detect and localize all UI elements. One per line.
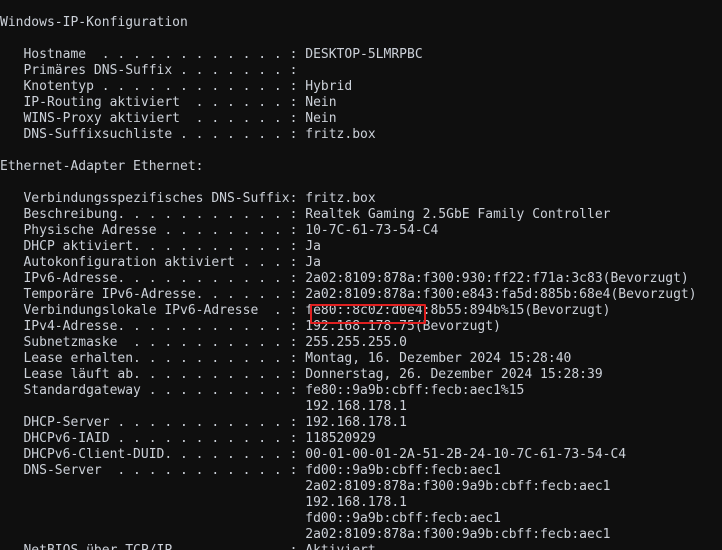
terminal-window: Windows-IP-Konfiguration Hostname . . . … — [0, 0, 722, 550]
ipconfig-output: Windows-IP-Konfiguration Hostname . . . … — [0, 15, 697, 550]
